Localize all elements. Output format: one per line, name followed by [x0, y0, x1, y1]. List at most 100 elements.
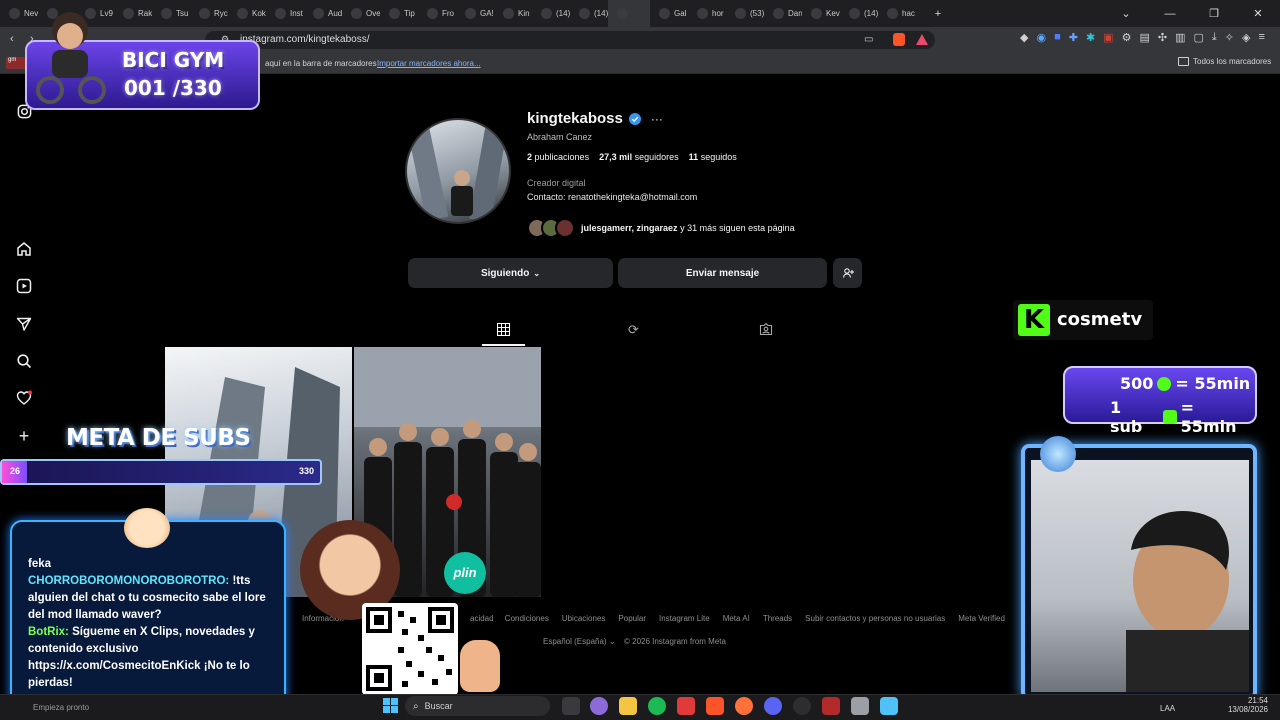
browser-tab[interactable]: Rak [114, 0, 152, 27]
brave-shield-icon[interactable] [893, 33, 905, 46]
obs-icon[interactable] [793, 697, 811, 715]
tagged-tab[interactable] [759, 322, 773, 341]
browser-tab[interactable]: (53) [726, 0, 764, 27]
following-button[interactable]: Siguiendo ⌄ [408, 258, 613, 288]
browser-tab[interactable]: Gal [650, 0, 688, 27]
browser-tab[interactable]: Kin [494, 0, 532, 27]
plin-logo: plin [444, 552, 486, 594]
reels-icon[interactable] [15, 277, 33, 295]
vpn-icon[interactable]: ◈ [1242, 31, 1250, 44]
followed-by-names[interactable]: julesgamerr, zingaraez [581, 223, 678, 233]
home-icon[interactable] [15, 240, 33, 258]
browser-tab[interactable]: Ryc [190, 0, 228, 27]
browser-tab[interactable]: Dan [764, 0, 802, 27]
browser-tab[interactable]: Inst [266, 0, 304, 27]
clock[interactable]: 21:54 13/08/2026 [1222, 696, 1268, 714]
footer-link[interactable]: Popular [618, 614, 646, 623]
followed-by-rest: y 31 más siguen esta página [680, 223, 795, 233]
meta-subs-goal: 330 [298, 466, 314, 476]
direct-messages-icon[interactable] [15, 315, 33, 333]
search-icon[interactable] [15, 352, 33, 370]
firefox-icon[interactable] [735, 697, 753, 715]
following-stat[interactable]: 11 seguidos [689, 152, 737, 162]
windows-start-icon[interactable] [383, 698, 398, 713]
footer-link[interactable]: Threads [763, 614, 792, 623]
browser-tab[interactable]: (14) [532, 0, 570, 27]
cast-icon[interactable]: ▭ [864, 34, 873, 45]
browser-tab[interactable]: (14) [570, 0, 608, 27]
tab-favicon-icon [465, 8, 476, 19]
footer-link[interactable]: Condiciones [505, 614, 549, 623]
discord-icon[interactable] [764, 697, 782, 715]
browser-tab[interactable]: Aud [304, 0, 342, 27]
spotify-icon[interactable] [648, 697, 666, 715]
browser-tab[interactable]: Kev [802, 0, 840, 27]
extension-translate-icon[interactable]: ✚ [1069, 31, 1078, 44]
browser-tab-strip: Nev Lv9 Rak Tsu Ryc Kok Inst Aud Ove Tip Fro GA! Kin… [0, 0, 1280, 27]
wallet-icon[interactable]: ▢ [1193, 31, 1203, 44]
notifications-heart-icon[interactable] [15, 389, 33, 407]
minimize-button[interactable]: — [1148, 8, 1192, 20]
extension-note-icon[interactable]: ▤ [1139, 31, 1149, 44]
footer-link[interactable]: Meta Verified [958, 614, 1005, 623]
extensions-puzzle-icon[interactable]: ✣ [1158, 31, 1167, 44]
app-icon[interactable] [822, 697, 840, 715]
menu-icon[interactable]: ≡ [1258, 31, 1264, 44]
app-icon[interactable] [880, 697, 898, 715]
posts-stat[interactable]: 2 publicaciones [527, 152, 589, 162]
extension-x-icon[interactable]: ✱ [1086, 31, 1095, 44]
extension-gear-icon[interactable]: ⚙ [1122, 31, 1132, 44]
browser-tab[interactable]: Fro [418, 0, 456, 27]
import-bookmarks-link[interactable]: Importar marcadores ahora... [377, 59, 481, 68]
browser-tab[interactable]: hac [878, 0, 916, 27]
language-selector[interactable]: Español (España) ⌄ [543, 637, 616, 646]
profile-avatar[interactable] [405, 118, 511, 224]
extension-b-icon[interactable]: ■ [1054, 31, 1061, 44]
sub-rule-1-value: = 55min [1175, 374, 1251, 393]
footer-link[interactable]: Meta AI [723, 614, 750, 623]
brave-icon[interactable] [706, 697, 724, 715]
brave-rewards-icon[interactable] [916, 34, 928, 45]
app-icon[interactable] [590, 697, 608, 715]
tab-label: hac [902, 9, 915, 18]
tab-label: Kev [826, 9, 840, 18]
footer-link[interactable]: Instagram Lite [659, 614, 710, 623]
followers-stat[interactable]: 27,3 mil seguidores [599, 152, 679, 162]
browser-tab[interactable] [608, 0, 650, 27]
reposts-tab[interactable]: ⟳ [628, 322, 639, 338]
send-message-button[interactable]: Enviar mensaje [618, 258, 827, 288]
sidebar-icon[interactable]: ▥ [1175, 31, 1185, 44]
back-icon[interactable]: ‹ [10, 33, 14, 45]
tab-search-chevron-icon[interactable]: ⌄ [1104, 7, 1148, 20]
suggested-users-button[interactable] [833, 258, 862, 288]
file-explorer-icon[interactable] [619, 697, 637, 715]
browser-tab[interactable]: Tip [380, 0, 418, 27]
maximize-button[interactable]: ❐ [1192, 7, 1236, 20]
browser-tab[interactable]: Kok [228, 0, 266, 27]
new-tab-button[interactable]: + [916, 8, 960, 20]
download-icon[interactable]: ⤓ [1212, 31, 1217, 44]
language-indicator[interactable]: LAA [1160, 704, 1175, 713]
browser-tab[interactable]: hor [688, 0, 726, 27]
app-w-icon[interactable] [677, 697, 695, 715]
all-bookmarks-button[interactable]: Todos los marcadores [1178, 57, 1271, 66]
browser-tab[interactable]: Tsu [152, 0, 190, 27]
browser-tab[interactable]: Ove [342, 0, 380, 27]
leo-ai-icon[interactable]: ✧ [1225, 31, 1234, 44]
posts-grid-tab[interactable] [496, 322, 511, 341]
extension-mask-icon[interactable]: ▣ [1103, 31, 1113, 44]
extension-shield-icon[interactable]: ◉ [1036, 31, 1046, 44]
tab-label: Kok [252, 9, 266, 18]
taskbar-search[interactable]: ⌕ Buscar [405, 696, 550, 716]
browser-tab[interactable]: (14) [840, 0, 878, 27]
browser-tab[interactable]: GA! [456, 0, 494, 27]
close-window-button[interactable]: ✕ [1236, 7, 1280, 20]
calculator-icon[interactable] [851, 697, 869, 715]
followed-by-row[interactable]: julesgamerr, zingaraez y 31 más siguen e… [527, 218, 795, 238]
footer-link[interactable]: Subir contactos y personas no usuarias [805, 614, 945, 623]
gmail-bookmark[interactable]: gm [6, 57, 26, 69]
task-view-icon[interactable] [562, 697, 580, 715]
extension-diamond-icon[interactable]: ◆ [1020, 31, 1028, 44]
footer-link[interactable]: Ubicaciones [562, 614, 606, 623]
profile-options-icon[interactable]: ··· [651, 112, 663, 126]
